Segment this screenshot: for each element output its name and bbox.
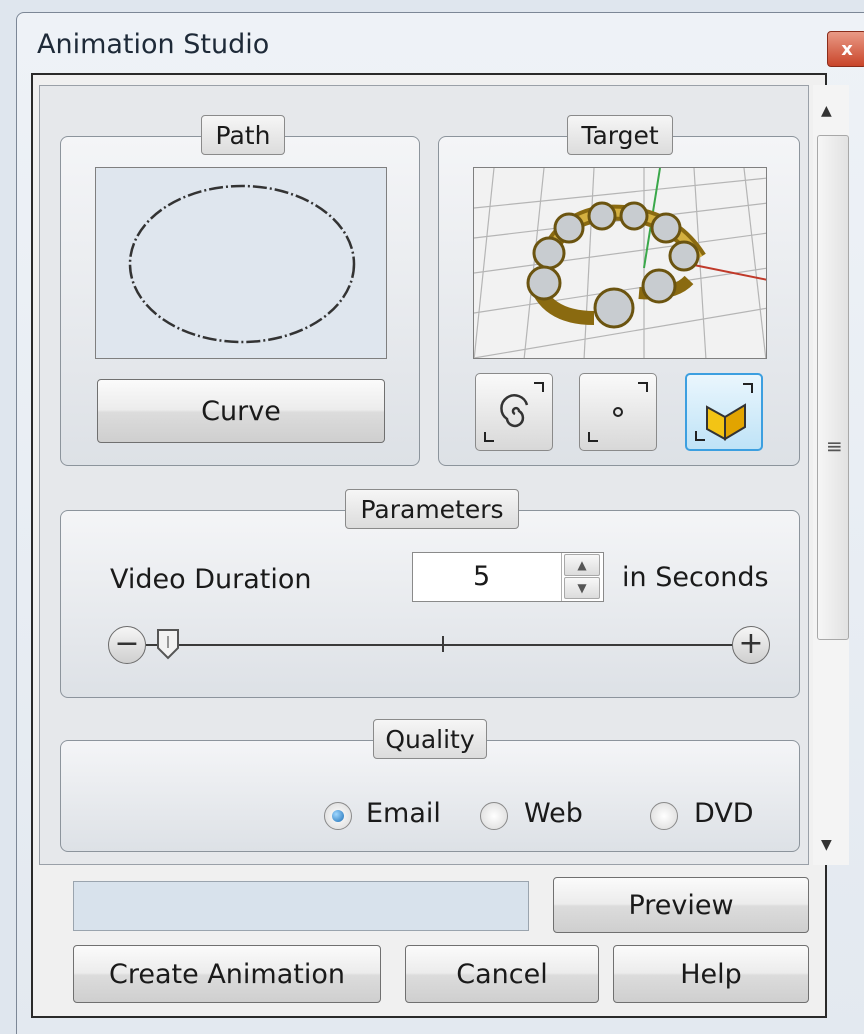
spiral-icon bbox=[500, 394, 529, 428]
animation-studio-window: Animation Studio x Path Curve Target Par… bbox=[16, 12, 864, 1034]
options-scroll-area: Path Curve Target Parameters Video Durat… bbox=[39, 85, 809, 865]
spinner-down-button[interactable]: ▼ bbox=[564, 577, 600, 599]
point-target-button[interactable] bbox=[579, 373, 657, 451]
target-group: Target bbox=[438, 115, 800, 466]
scroll-up-arrow-icon[interactable]: ▲ bbox=[821, 103, 832, 119]
quality-dvd-radio[interactable] bbox=[650, 802, 678, 830]
point-icon bbox=[613, 407, 623, 417]
video-duration-spinner[interactable]: 5 ▲ ▼ bbox=[412, 552, 604, 602]
decrease-duration-button[interactable]: − bbox=[108, 626, 146, 664]
path-preview bbox=[95, 167, 387, 359]
quality-group-label: Quality bbox=[373, 719, 487, 759]
increase-duration-button[interactable]: + bbox=[732, 626, 770, 664]
box-target-button[interactable] bbox=[685, 373, 763, 451]
duration-slider-tick bbox=[442, 636, 444, 652]
spinner-up-button[interactable]: ▲ bbox=[564, 554, 600, 576]
curve-button[interactable]: Curve bbox=[97, 379, 385, 443]
ellipse-path-icon bbox=[128, 184, 356, 344]
quality-email-label[interactable]: Email bbox=[366, 798, 441, 829]
path-group-label: Path bbox=[201, 115, 285, 155]
duration-slider-track[interactable] bbox=[146, 644, 742, 646]
box-icon bbox=[706, 403, 746, 441]
parameters-group: Parameters bbox=[60, 489, 800, 698]
quality-dvd-label[interactable]: DVD bbox=[694, 798, 754, 829]
scroll-down-arrow-icon[interactable]: ▼ bbox=[821, 837, 832, 853]
scroll-grip-icon: ≡ bbox=[826, 434, 843, 458]
target-preview bbox=[473, 167, 767, 359]
preview-button[interactable]: Preview bbox=[553, 877, 809, 933]
target-group-label: Target bbox=[567, 115, 673, 155]
vertical-scrollbar[interactable]: ▲ ≡ ▼ bbox=[813, 85, 849, 865]
quality-group: Quality bbox=[60, 719, 800, 852]
video-duration-value[interactable]: 5 bbox=[473, 561, 490, 592]
parameters-group-label: Parameters bbox=[345, 489, 519, 529]
quality-email-radio[interactable] bbox=[324, 802, 352, 830]
spiral-target-button[interactable] bbox=[475, 373, 553, 451]
quality-web-radio[interactable] bbox=[480, 802, 508, 830]
duration-unit-label: in Seconds bbox=[622, 562, 769, 593]
window-title: Animation Studio bbox=[37, 29, 270, 60]
close-button[interactable]: x bbox=[827, 31, 864, 67]
quality-web-label[interactable]: Web bbox=[524, 798, 583, 829]
video-duration-label: Video Duration bbox=[110, 564, 312, 595]
help-button[interactable]: Help bbox=[613, 945, 809, 1003]
dialog-client-area: Path Curve Target Parameters Video Durat… bbox=[31, 73, 849, 1018]
jewelry-model-preview-icon bbox=[474, 168, 766, 358]
duration-slider-thumb[interactable] bbox=[156, 628, 180, 660]
cancel-button[interactable]: Cancel bbox=[405, 945, 599, 1003]
progress-status-bar bbox=[73, 881, 529, 931]
create-animation-button[interactable]: Create Animation bbox=[73, 945, 381, 1003]
scrollbar-thumb[interactable]: ≡ bbox=[817, 135, 849, 640]
path-group: Path Curve bbox=[60, 115, 420, 466]
spinner-buttons: ▲ ▼ bbox=[561, 553, 603, 601]
